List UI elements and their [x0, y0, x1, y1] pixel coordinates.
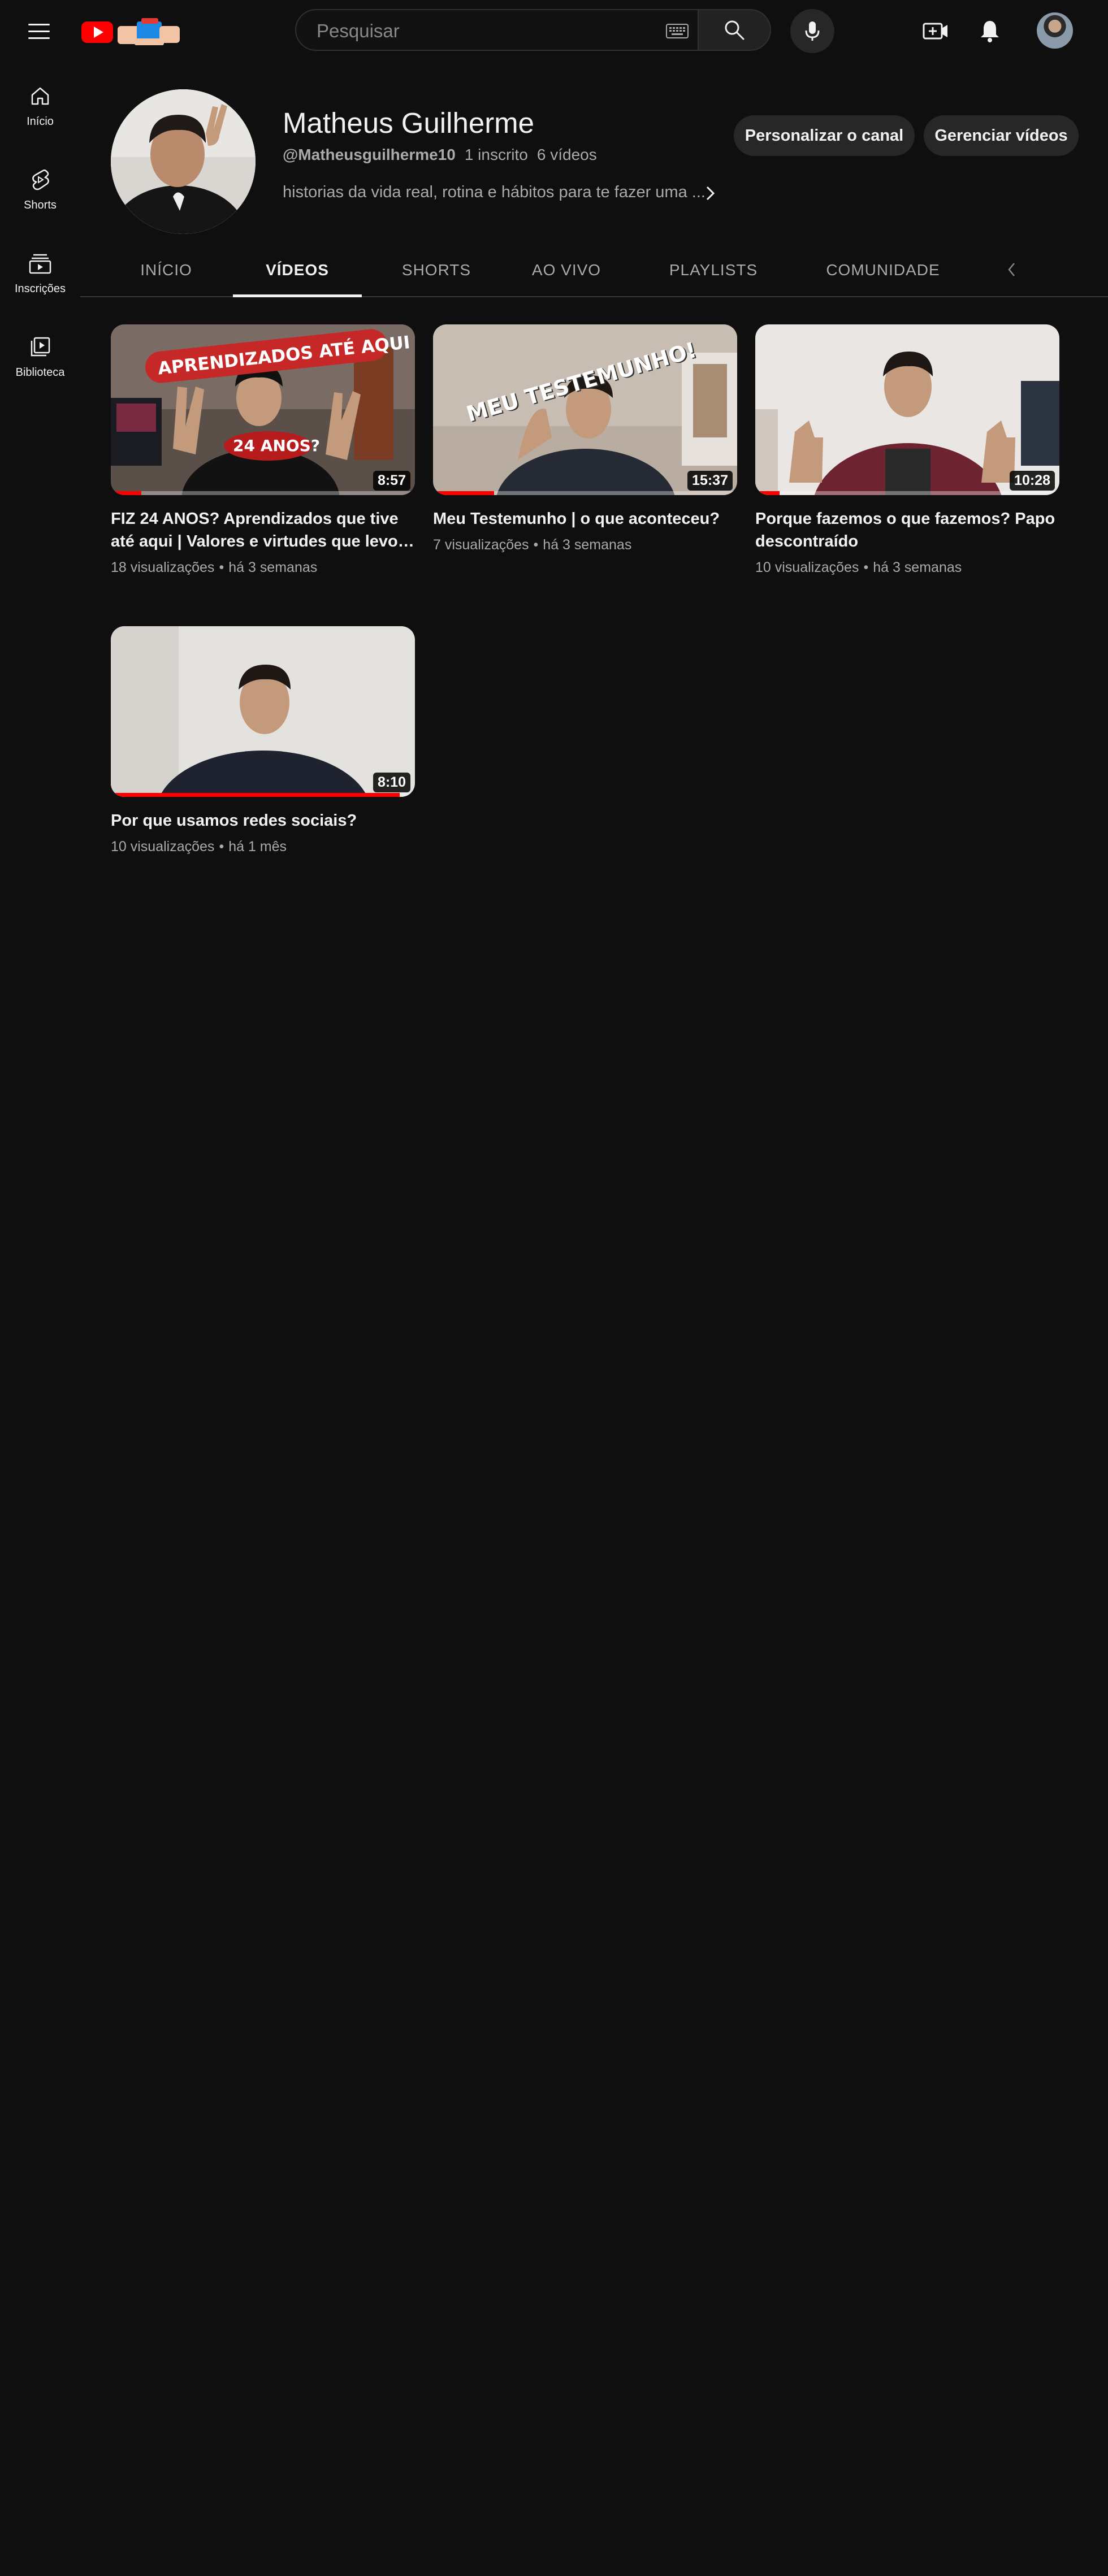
video-duration: 10:28 [1010, 471, 1055, 491]
watch-progress [755, 491, 1059, 495]
channel-meta: @Matheusguilherme10 1 inscrito 6 vídeos [283, 146, 597, 164]
channel-description[interactable]: historias da vida real, rotina e hábitos… [283, 183, 706, 202]
tab-home[interactable]: INÍCIO [120, 244, 213, 296]
video-duration: 8:10 [373, 773, 410, 792]
sidebar-item-label: Inscrições [14, 283, 66, 295]
sidebar-item-home[interactable]: Início [0, 62, 80, 146]
search-input[interactable] [315, 18, 634, 44]
tab-scroll-left-icon[interactable] [1007, 261, 1030, 284]
tab-live[interactable]: AO VIVO [516, 244, 617, 296]
manage-videos-button[interactable]: Gerenciar vídeos [924, 115, 1079, 156]
watch-progress [111, 491, 415, 495]
video-thumbnail[interactable]: 10:28 [755, 324, 1059, 495]
upload-age: há 3 semanas [873, 560, 962, 575]
shorts-icon [29, 168, 51, 191]
video-card[interactable]: APRENDIZADOS ATÉ AQUI ! 24 ANOS? 8:57 FI… [111, 324, 415, 576]
upload-age: há 1 mês [228, 839, 287, 855]
view-count: 10 visualizações [111, 839, 215, 855]
video-thumbnail[interactable]: MEU TESTEMUNHO! 15:37 [433, 324, 737, 495]
video-meta: 18 visualizações • há 3 semanas [111, 560, 318, 575]
channel-avatar[interactable] [111, 89, 256, 234]
menu-icon[interactable] [24, 17, 54, 45]
sidebar-item-label: Biblioteca [15, 366, 65, 379]
upload-age: há 3 semanas [228, 560, 318, 575]
bell-icon [981, 21, 999, 42]
top-bar [0, 0, 1108, 62]
home-icon [29, 85, 51, 107]
view-count: 18 visualizações [111, 560, 215, 575]
sidebar-item-label: Início [27, 115, 54, 128]
video-title[interactable]: Meu Testemunho | o que aconteceu? [433, 508, 737, 530]
video-meta: 10 visualizações • há 3 semanas [755, 560, 962, 575]
thumbnail-caption: 24 ANOS? [233, 436, 321, 455]
video-duration: 8:57 [373, 471, 410, 491]
tab-shorts[interactable]: SHORTS [386, 244, 487, 296]
video-duration: 15:37 [687, 471, 733, 491]
sidebar-item-subscriptions[interactable]: Inscrições [0, 229, 80, 313]
video-thumbnail[interactable]: APRENDIZADOS ATÉ AQUI ! 24 ANOS? 8:57 [111, 324, 415, 495]
video-thumbnail[interactable]: 8:10 [111, 626, 415, 797]
watch-progress [111, 793, 415, 797]
search-icon [725, 20, 745, 40]
create-video-button[interactable] [920, 16, 951, 46]
subscriber-count: 1 inscrito [464, 146, 528, 163]
create-video-icon [923, 23, 947, 40]
tab-playlists[interactable]: PLAYLISTS [651, 244, 776, 296]
video-card[interactable]: 10:28 Porque fazemos o que fazemos? Papo… [755, 324, 1059, 576]
notifications-button[interactable] [975, 16, 1005, 46]
search-box [295, 9, 699, 51]
watch-progress [433, 491, 737, 495]
tab-community[interactable]: COMUNIDADE [810, 244, 956, 296]
video-card[interactable]: MEU TESTEMUNHO! 15:37 Meu Testemunho | o… [433, 324, 737, 553]
video-count: 6 vídeos [536, 146, 597, 163]
video-card[interactable]: 8:10 Por que usamos redes sociais? 10 vi… [111, 626, 415, 855]
sidebar-item-shorts[interactable]: Shorts [0, 146, 80, 229]
chevron-right-icon[interactable] [699, 182, 721, 205]
keyboard-icon[interactable] [666, 24, 689, 38]
view-count: 7 visualizações [433, 537, 529, 553]
customize-channel-button[interactable]: Personalizar o canal [734, 115, 915, 156]
avatar[interactable] [1037, 12, 1073, 49]
library-icon [29, 336, 51, 358]
video-title[interactable]: Por que usamos redes sociais? [111, 809, 415, 832]
video-title[interactable]: Porque fazemos o que fazemos? Papo desco… [755, 508, 1059, 553]
subscriptions-icon [29, 252, 51, 275]
search-bar [295, 9, 772, 53]
view-count: 10 visualizações [755, 560, 859, 575]
upload-age: há 3 semanas [543, 537, 632, 553]
channel-tabs: INÍCIO VÍDEOS SHORTS AO VIVO PLAYLISTS C… [80, 244, 1108, 297]
video-meta: 10 visualizações • há 1 mês [111, 839, 287, 855]
voice-search-button[interactable] [790, 9, 834, 53]
search-button[interactable] [699, 9, 771, 51]
sidebar-item-label: Shorts [24, 199, 57, 211]
sidebar-item-library[interactable]: Biblioteca [0, 313, 80, 397]
video-meta: 7 visualizações • há 3 semanas [433, 537, 632, 553]
channel-name: Matheus Guilherme [283, 107, 535, 139]
tab-videos[interactable]: VÍDEOS [233, 244, 362, 297]
video-title[interactable]: FIZ 24 ANOS? Aprendizados que tive até a… [111, 508, 415, 553]
channel-handle: @Matheusguilherme10 [283, 146, 456, 163]
youtube-logo[interactable] [80, 14, 196, 47]
mic-icon [805, 21, 820, 41]
